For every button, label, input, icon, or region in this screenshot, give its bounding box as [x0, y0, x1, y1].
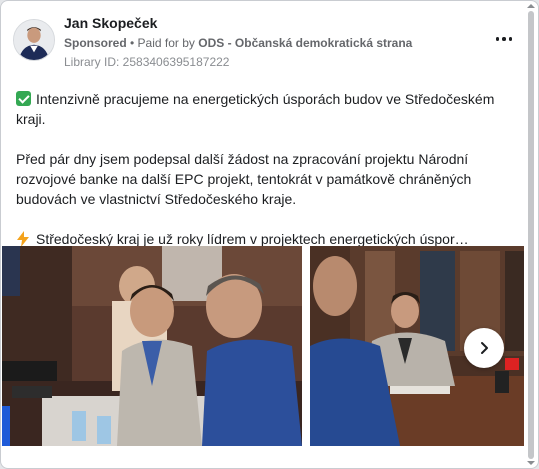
image-carousel [2, 246, 538, 446]
paragraph-1-text: Intenzivně pracujeme na energetických ús… [16, 91, 495, 127]
sponsored-label: Sponsored [64, 36, 127, 50]
post-header: Jan Skopeček Sponsored • Paid for by ODS… [13, 13, 524, 75]
paid-for-prefix: • Paid for by [126, 36, 199, 50]
chevron-right-icon [481, 342, 488, 354]
sponsored-post-card: Jan Skopeček Sponsored • Paid for by ODS… [0, 0, 539, 469]
sponsor-line: Sponsored • Paid for by ODS - Občanská d… [64, 36, 412, 50]
paragraph-3-text: Středočeský kraj je už roky lídrem v pro… [36, 231, 469, 247]
carousel-image-1[interactable] [2, 246, 302, 446]
scroll-up-arrow-icon[interactable] [527, 4, 535, 8]
author-avatar[interactable] [13, 19, 55, 61]
lightning-bolt-emoji-icon [17, 231, 29, 247]
scroll-down-arrow-icon[interactable] [527, 461, 535, 465]
scroll-thumb[interactable] [528, 11, 534, 459]
paragraph-2: Před pár dny jsem podepsal další žádost … [16, 151, 472, 207]
carousel-next-button[interactable] [464, 328, 504, 368]
check-mark-emoji-icon [16, 91, 31, 106]
post-body: Intenzivně pracujeme na energetických ús… [16, 89, 526, 269]
more-options-icon[interactable] [492, 31, 516, 47]
paragraph-1: Intenzivně pracujeme na energetických ús… [16, 89, 526, 129]
vertical-scrollbar[interactable] [526, 3, 536, 466]
author-name[interactable]: Jan Skopeček [64, 15, 157, 31]
payer-name[interactable]: ODS - Občanská demokratická strana [198, 36, 412, 50]
library-id: Library ID: 2583406395187222 [64, 55, 230, 69]
